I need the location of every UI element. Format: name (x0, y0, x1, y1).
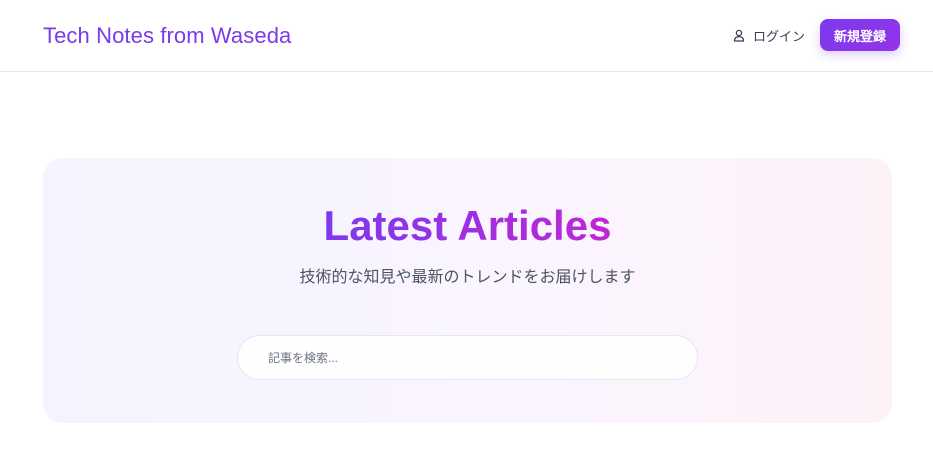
hero-banner: Latest Articles 技術的な知見や最新のトレンドをお届けします (43, 158, 892, 423)
login-label: ログイン (753, 28, 806, 44)
search-input[interactable] (237, 335, 698, 380)
page-title: Latest Articles (43, 200, 892, 252)
user-icon (733, 29, 745, 42)
hero-subtitle: 技術的な知見や最新のトレンドをお届けします (299, 269, 636, 286)
login-link[interactable]: ログイン (733, 25, 805, 45)
signup-button[interactable]: 新規登録 (820, 19, 900, 51)
site-brand[interactable]: Tech Notes from Waseda (43, 22, 291, 50)
page-title-text: Latest Articles (323, 202, 612, 249)
top-navbar: Tech Notes from Waseda ログイン 新規登録 (0, 0, 933, 72)
